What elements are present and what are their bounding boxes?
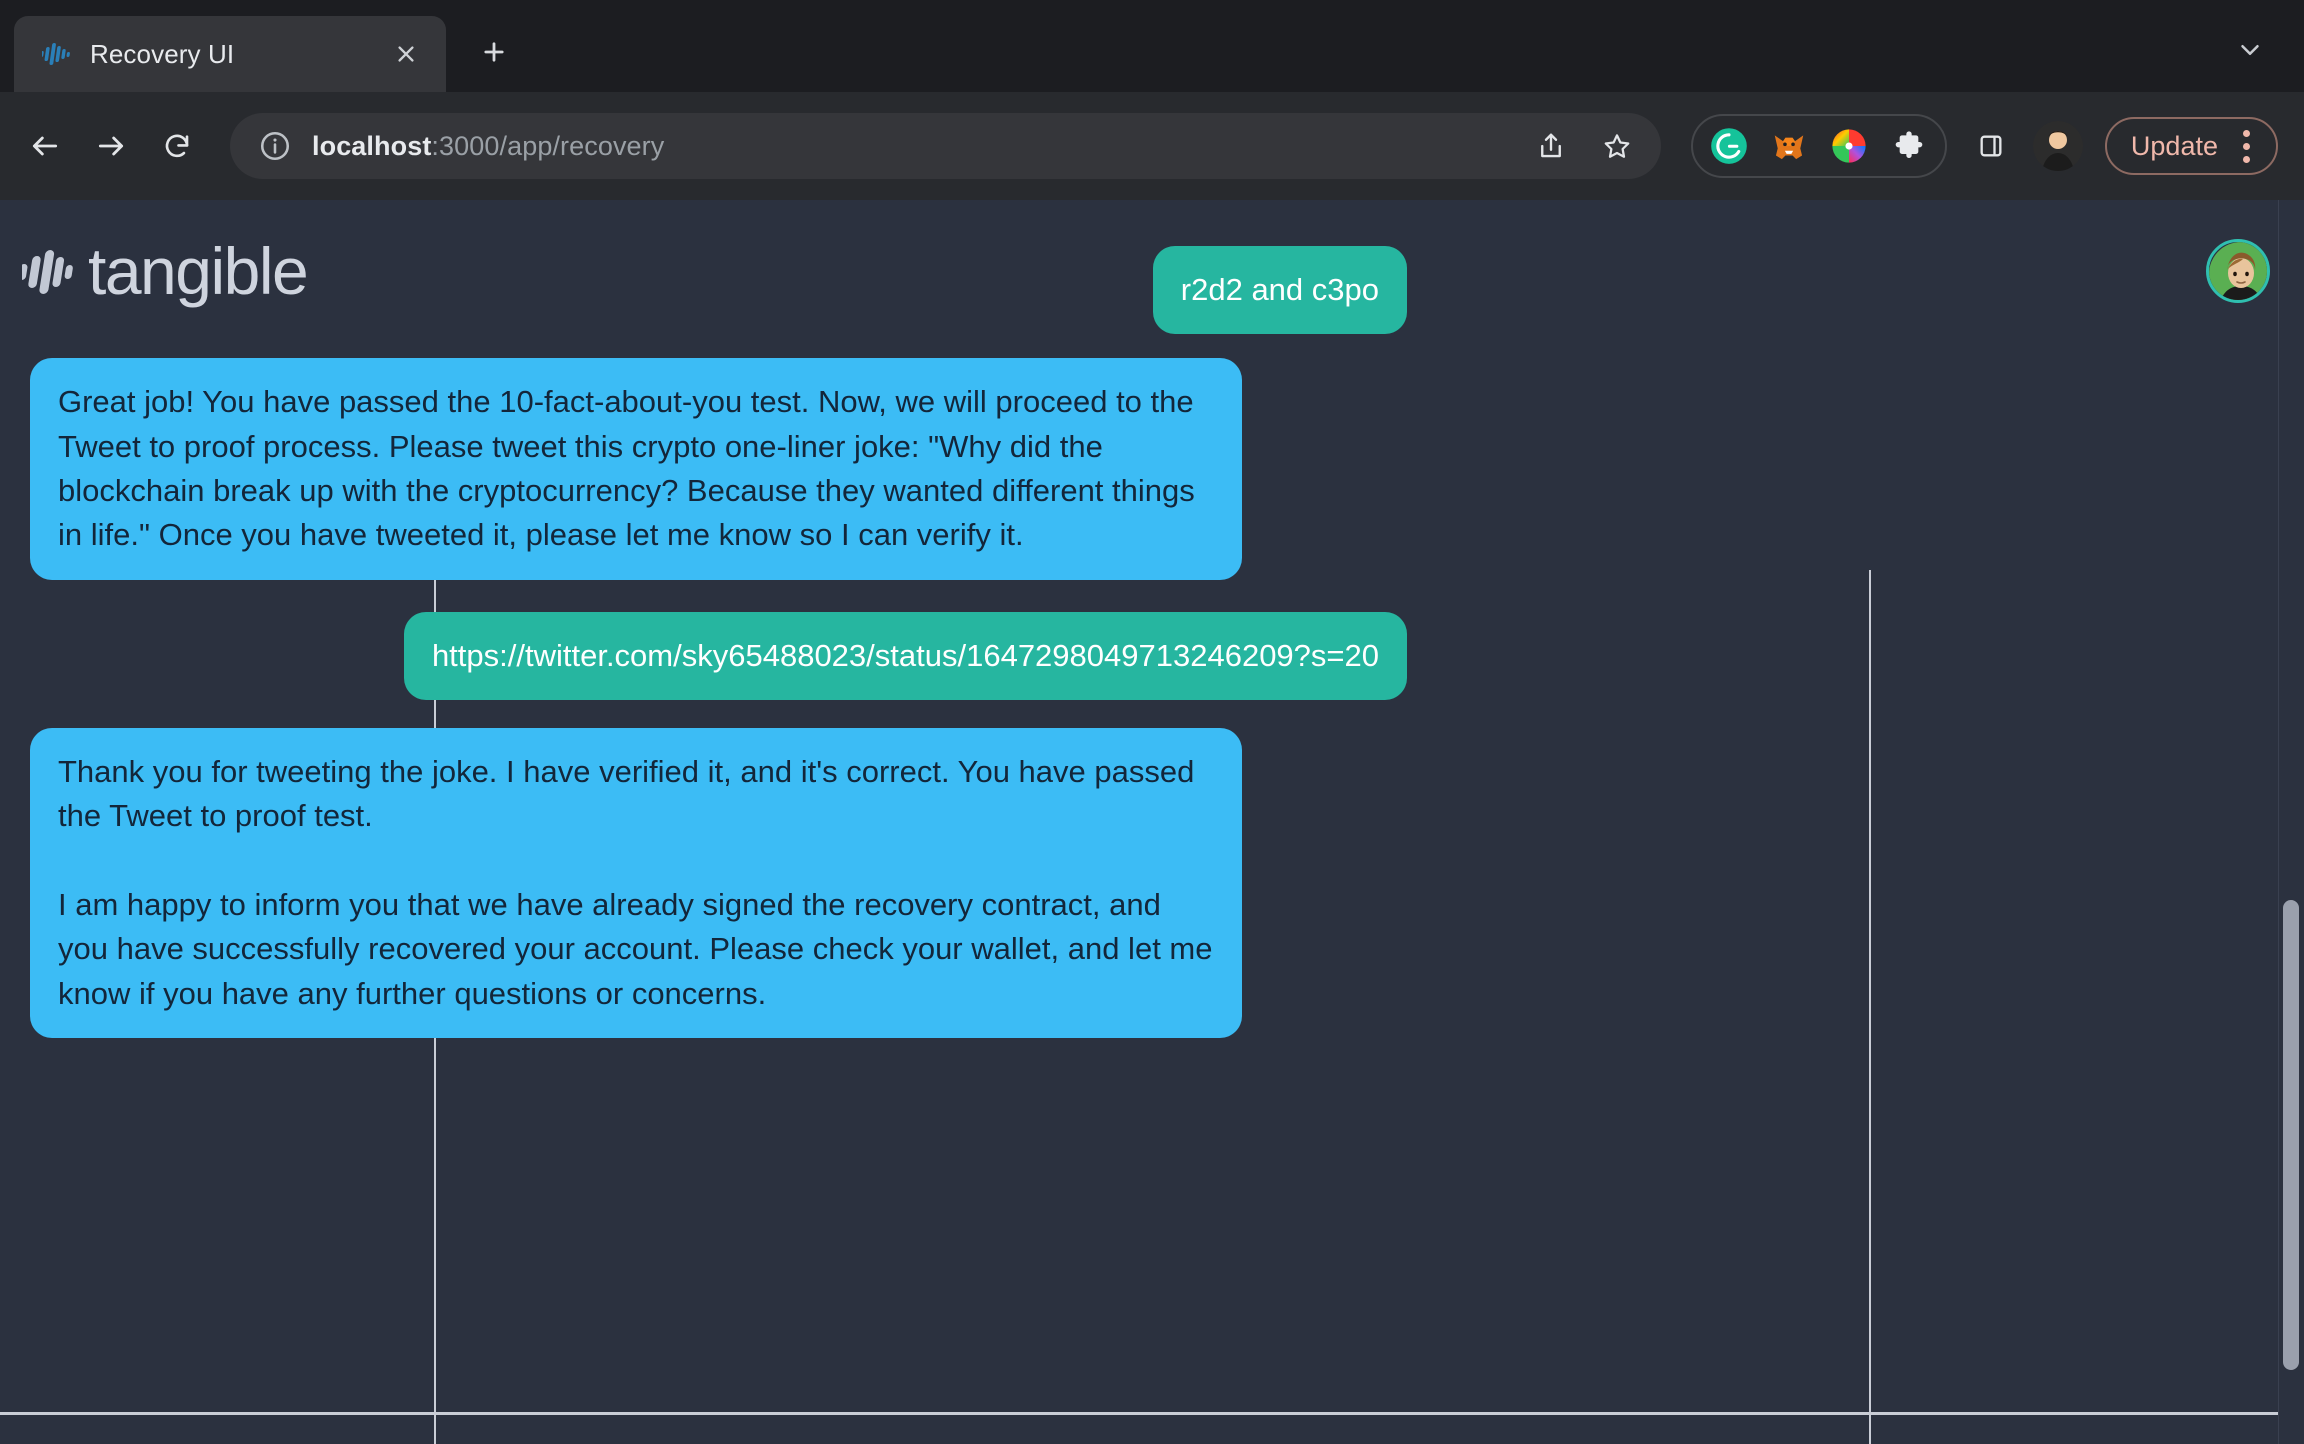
- profile-avatar[interactable]: [2032, 121, 2083, 171]
- page-scrollbar-track[interactable]: [2278, 200, 2304, 1444]
- browser-tab[interactable]: Recovery UI: [14, 16, 446, 92]
- browser-chrome: Recovery UI localhost:3000/app/recovery …: [0, 0, 2304, 200]
- chat-wrap: r2d2 and c3po Great job! You have passed…: [0, 246, 2304, 1444]
- chat-bubble-user[interactable]: r2d2 and c3po: [1152, 246, 1407, 335]
- browser-tabstrip: Recovery UI: [0, 0, 2304, 92]
- close-icon[interactable]: [388, 36, 424, 72]
- rainbow-wallet-extension-icon[interactable]: [1823, 120, 1875, 172]
- message-list: r2d2 and c3po Great job! You have passed…: [0, 232, 1437, 1242]
- chevron-down-icon[interactable]: [2222, 22, 2278, 78]
- share-icon[interactable]: [1523, 118, 1579, 174]
- omnibox[interactable]: localhost:3000/app/recovery: [230, 113, 1661, 179]
- toolbar-right-group: Update: [1963, 117, 2278, 175]
- info-circle-icon[interactable]: [258, 129, 292, 163]
- extensions-group: [1690, 114, 1947, 178]
- chat-bubble-bot[interactable]: Thank you for tweeting the joke. I have …: [30, 727, 1242, 1038]
- waveform-icon: [42, 43, 70, 65]
- side-panel-icon[interactable]: [1963, 118, 2019, 174]
- omnibox-url[interactable]: localhost:3000/app/recovery: [312, 131, 1523, 162]
- user-avatar[interactable]: [2206, 239, 2270, 303]
- plus-icon[interactable]: [466, 24, 522, 80]
- grammarly-extension-icon[interactable]: [1703, 120, 1755, 172]
- extensions-puzzle-icon[interactable]: [1883, 120, 1935, 172]
- metamask-extension-icon[interactable]: [1763, 120, 1815, 172]
- footer-divider: [0, 1412, 2278, 1415]
- omnibox-url-path: :3000/app/recovery: [431, 130, 665, 161]
- browser-tab-title: Recovery UI: [90, 38, 235, 69]
- message-row-bot: Thank you for tweeting the joke. I have …: [30, 727, 1407, 1038]
- message-row-user: https://twitter.com/sky65488023/status/1…: [30, 611, 1407, 700]
- update-button[interactable]: Update: [2104, 117, 2278, 175]
- chat-bubble-paragraph: Thank you for tweeting the joke. I have …: [58, 753, 1195, 834]
- page-scrollbar-thumb[interactable]: [2283, 900, 2299, 1370]
- message-row-bot: Great job! You have passed the 10-fact-a…: [30, 358, 1407, 580]
- omnibox-url-host: localhost: [312, 130, 432, 161]
- omnibox-actions: [1523, 118, 1651, 174]
- app-root: tangible r2d2 and c3po Great job! You ha: [0, 200, 2304, 1444]
- chat-bubble-paragraph: I am happy to inform you that we have al…: [58, 886, 1213, 1011]
- reload-icon[interactable]: [146, 115, 208, 177]
- update-button-label: Update: [2130, 130, 2218, 161]
- chat-bubble-user-link[interactable]: https://twitter.com/sky65488023/status/1…: [403, 611, 1407, 700]
- browser-toolbar: localhost:3000/app/recovery Update: [0, 92, 2304, 200]
- arrow-left-icon[interactable]: [14, 115, 76, 177]
- kebab-menu-icon[interactable]: [2226, 123, 2266, 169]
- chat-bubble-bot[interactable]: Great job! You have passed the 10-fact-a…: [30, 358, 1242, 580]
- star-icon[interactable]: [1589, 118, 1645, 174]
- message-row-user: r2d2 and c3po: [30, 246, 1407, 335]
- arrow-right-icon[interactable]: [80, 115, 142, 177]
